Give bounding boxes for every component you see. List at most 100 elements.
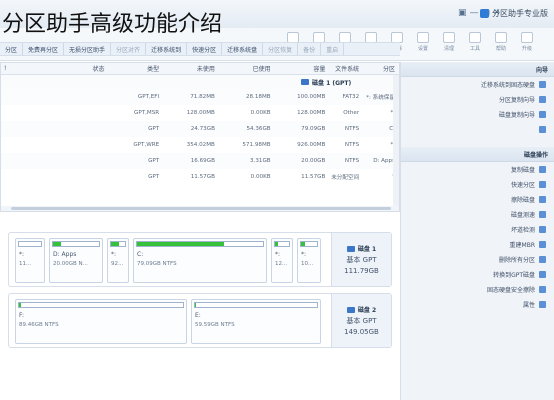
partition-block[interactable]: *: 12...: [271, 238, 293, 283]
partition-block[interactable]: *: 10...: [297, 238, 321, 283]
app-title-text: 分区助手专业版: [492, 9, 548, 18]
scrollbar-thumb[interactable]: [11, 207, 391, 210]
disk-copy-icon: [539, 111, 546, 118]
column-header[interactable]: 类型: [108, 64, 163, 73]
migrate-icon: [539, 81, 546, 88]
side-item-disk-speed[interactable]: 磁盘测速: [401, 207, 554, 222]
copy-icon: [539, 96, 546, 103]
minimize-icon[interactable]: —: [470, 8, 479, 18]
side-item-more[interactable]: [401, 122, 554, 137]
action-bar: 分区 免费再分区 无损分区助手 分区对齐 迁移系统到 快速分区 迁移系统盘 分区…: [0, 42, 400, 56]
disk-ops-section-header[interactable]: 磁盘操作: [401, 147, 554, 162]
side-item-rebuild-mbr[interactable]: 重建MBR: [401, 237, 554, 252]
toolbar-icon: [443, 32, 455, 43]
toolbar-button[interactable]: 设置: [410, 32, 436, 56]
disk-icon: [346, 245, 355, 252]
usage-bar: [52, 241, 100, 247]
toolbar-button[interactable]: 升级: [514, 32, 540, 56]
delete-icon: [539, 256, 546, 263]
side-item-migrate-os[interactable]: 迁移系统到固态硬盘: [401, 77, 554, 92]
side-item-copy-disk[interactable]: 复制磁盘: [401, 162, 554, 177]
quick-partition-icon: [539, 181, 546, 188]
toolbar-button[interactable]: 清理: [436, 32, 462, 56]
side-item-properties[interactable]: 属性: [401, 297, 554, 312]
disk-group-row[interactable]: 磁盘 1 (GPT): [1, 75, 399, 89]
action-free-repartition[interactable]: 免费再分区: [23, 43, 65, 55]
toolbar-button[interactable]: 工具: [462, 32, 488, 56]
table-row[interactable]: GPT 24.73GB 54.36GB 79.09GB NTFS C:: [1, 121, 399, 137]
action-quick-partition[interactable]: 快速分区: [187, 43, 223, 55]
disk-2-map: F: 89.46GB NTFS E: 59.59GB NTFS 磁盘 2 基本 …: [8, 293, 392, 348]
partition-block[interactable]: C: 79.09GB NTFS: [133, 238, 267, 283]
app-logo-icon: [480, 9, 489, 18]
table-row[interactable]: GPT 11.57GB 0.00KB 11.57GB 未分配空间 *: [1, 169, 399, 185]
toolbar-icon: [495, 32, 507, 43]
side-item-convert-gpt[interactable]: 转换到GPT磁盘: [401, 267, 554, 282]
side-item-delete-all[interactable]: 删除所有分区: [401, 252, 554, 267]
table-header: ! 状态 类型 未使用 已使用 容量 文件系统 分区: [1, 63, 399, 75]
column-header[interactable]: 已使用: [219, 64, 275, 73]
vertical-scrollbar[interactable]: [393, 75, 399, 211]
usage-bar: [110, 241, 126, 247]
action-backup[interactable]: 备份: [298, 43, 322, 55]
usage-bar: [300, 241, 318, 247]
table-body: GPT,EFI 71.82MB 28.18MB 100.00MB FAT32 *…: [1, 89, 399, 185]
toolbar-icon: [521, 32, 533, 43]
column-header[interactable]: 分区: [363, 64, 399, 73]
action-partition-recovery[interactable]: 分区恢复: [263, 43, 299, 55]
side-panel: 向导 迁移系统到固态硬盘 分区复制向导 磁盘复制向导 磁盘操作 复制磁盘 快速分…: [400, 62, 554, 400]
disk-group-label: 磁盘 1 (GPT): [312, 79, 352, 87]
side-item-disk-copy[interactable]: 磁盘复制向导: [401, 107, 554, 122]
table-row[interactable]: GPT,WRE 354.02MB 571.98MB 926.00MB NTFS …: [1, 137, 399, 153]
partition-block[interactable]: *: 11...: [15, 238, 45, 283]
bad-sector-icon: [539, 226, 546, 233]
column-header[interactable]: 容量: [275, 64, 330, 73]
table-row[interactable]: GPT,MSR 128.00MB 0.00KB 128.00MB Other *…: [1, 105, 399, 121]
action-partition[interactable]: 分区: [0, 43, 24, 55]
disk-info[interactable]: 磁盘 2 基本 GPT 149.05GB: [331, 294, 391, 347]
table-row[interactable]: GPT,EFI 71.82MB 28.18MB 100.00MB FAT32 *…: [1, 89, 399, 105]
toolbar-icon: [469, 32, 481, 43]
usage-bar: [274, 241, 290, 247]
usage-bar: [18, 302, 184, 308]
side-item-wipe-disk[interactable]: 擦除磁盘: [401, 192, 554, 207]
ssd-icon: [539, 286, 546, 293]
side-item-partition-copy[interactable]: 分区复制向导: [401, 92, 554, 107]
action-lossless-partition[interactable]: 无损分区助手: [64, 43, 112, 55]
app-title: 分区助手专业版: [480, 8, 548, 19]
action-migrate-system-disk[interactable]: 迁移系统盘: [222, 43, 264, 55]
side-item-quick-partition[interactable]: 快速分区: [401, 177, 554, 192]
grid-icon: [539, 126, 546, 133]
disk-info[interactable]: 磁盘 1 基本 GPT 111.79GB: [331, 233, 391, 286]
partition-table: ! 状态 类型 未使用 已使用 容量 文件系统 分区 磁盘 1 (GPT) GP…: [0, 62, 400, 212]
usage-bar: [136, 241, 264, 247]
column-header[interactable]: 文件系统: [329, 64, 363, 73]
disk-1-map: *: 11... D: Apps 20.00GB N... *: 92... C…: [8, 232, 392, 287]
wizard-section-header[interactable]: 向导: [401, 62, 554, 77]
wipe-icon: [539, 196, 546, 203]
toolbar-button[interactable]: 帮助: [488, 32, 514, 56]
partition-block[interactable]: *: 92...: [107, 238, 129, 283]
horizontal-scrollbar[interactable]: [1, 206, 399, 211]
overlay-title: 分区助手高级功能介绍: [2, 12, 223, 37]
partition-block[interactable]: E: 59.59GB NTFS: [191, 299, 321, 344]
column-header[interactable]: 状态: [25, 64, 109, 73]
usage-bar: [194, 302, 318, 308]
table-row[interactable]: GPT 16.69GB 3.31GB 20.00GB NTFS D: Apps: [1, 153, 399, 169]
column-header[interactable]: 未使用: [163, 64, 219, 73]
action-restart[interactable]: 重启: [321, 43, 345, 55]
disk-icon: [301, 79, 309, 85]
partition-block[interactable]: D: Apps 20.00GB N...: [49, 238, 103, 283]
restore-icon[interactable]: ▣: [458, 8, 467, 18]
copy-disk-icon: [539, 166, 546, 173]
partition-block[interactable]: F: 89.46GB NTFS: [15, 299, 187, 344]
action-migrate-system-to[interactable]: 迁移系统到: [146, 43, 188, 55]
mbr-icon: [539, 241, 546, 248]
convert-icon: [539, 271, 546, 278]
action-partition-align[interactable]: 分区对齐: [111, 43, 147, 55]
side-item-bad-sector[interactable]: 坏道检测: [401, 222, 554, 237]
toolbar-icon: [417, 32, 429, 43]
disk-icon: [346, 306, 355, 313]
side-item-ssd-erase[interactable]: 固态硬盘安全擦除: [401, 282, 554, 297]
column-header[interactable]: !: [1, 65, 25, 72]
